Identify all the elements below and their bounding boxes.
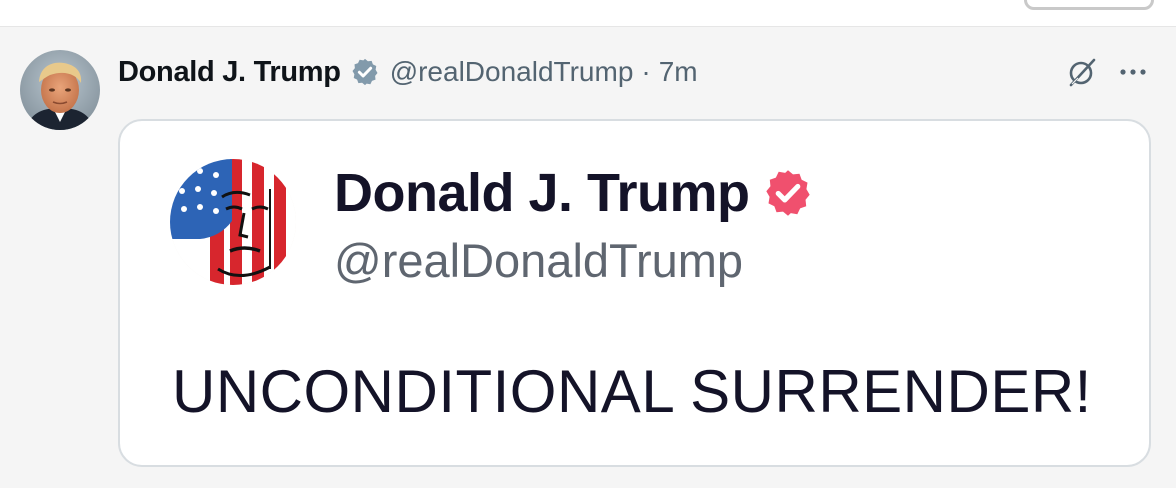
card-handle: @realDonaldTrump [334,234,744,287]
post-timestamp[interactable]: 7m [659,56,698,88]
post-header: Donald J. Trump @realDonaldTrump · 7m [118,52,698,92]
embedded-post-image[interactable]: Donald J. Trump @realDonaldTrump UNCONDI… [118,119,1151,467]
separator-dot: · [641,56,651,87]
card-avatar [170,159,296,285]
author-handle[interactable]: @realDonaldTrump [390,56,634,88]
flag-portrait-icon [170,159,296,285]
card-verified-badge-icon [762,167,814,219]
author-avatar[interactable] [20,50,100,130]
verified-badge-icon[interactable] [350,57,380,87]
grok-icon[interactable] [1064,54,1100,90]
card-name-row: Donald J. Trump [334,163,814,223]
more-options-icon[interactable] [1115,54,1151,90]
author-display-name[interactable]: Donald J. Trump [118,56,341,89]
card-display-name: Donald J. Trump [334,163,750,223]
top-divider-strip [0,0,1176,27]
profile-photo-icon [20,50,100,130]
top-pill-button[interactable] [1024,0,1154,10]
card-body-text: UNCONDITIONAL SURRENDER! [172,358,1092,425]
